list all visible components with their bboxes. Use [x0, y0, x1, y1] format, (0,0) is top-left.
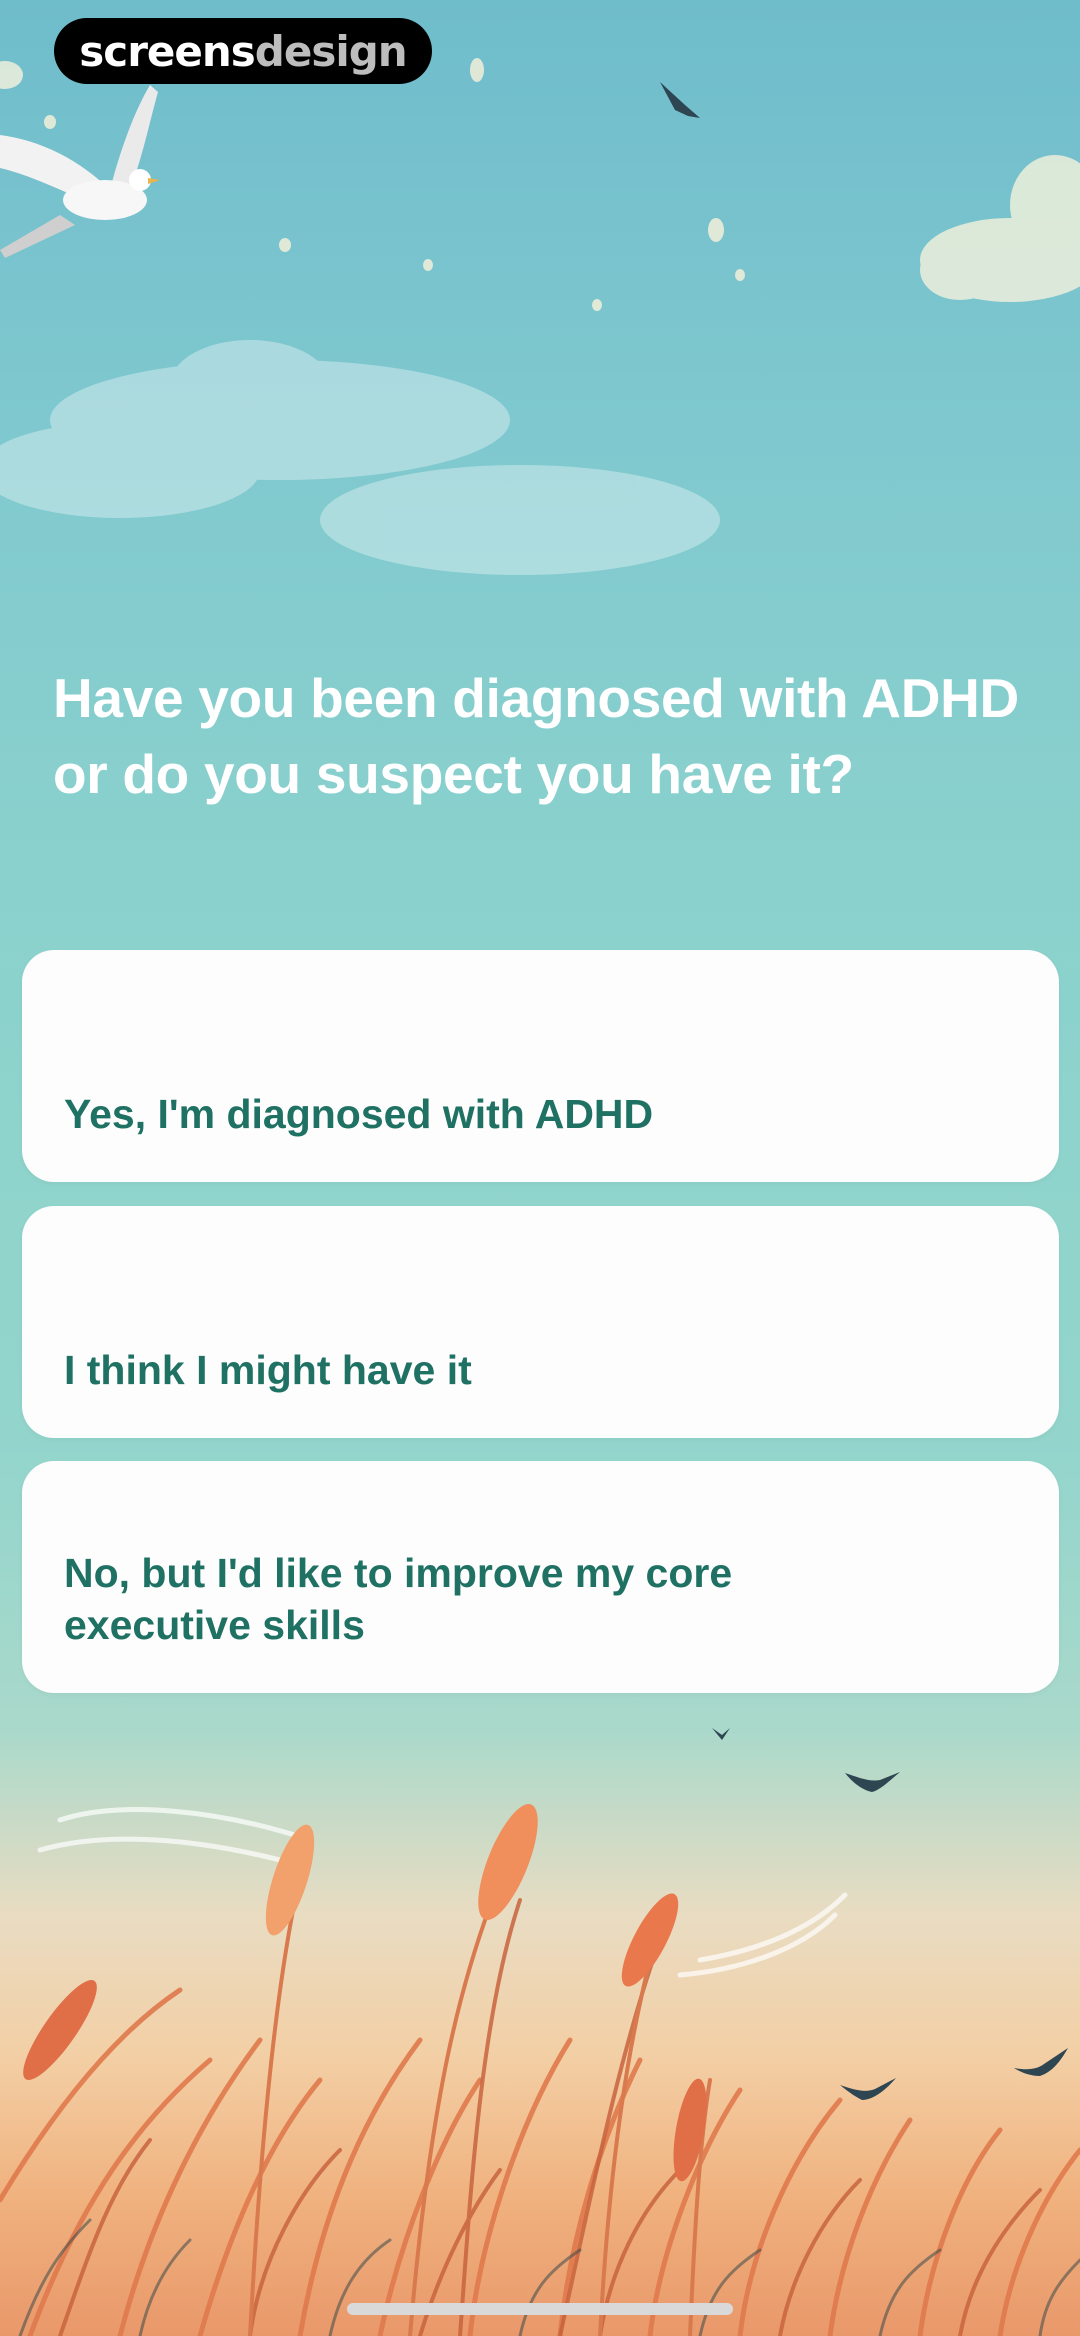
- grass-field: [0, 1878, 1080, 2336]
- option-diagnosed-button[interactable]: Yes, I'm diagnosed with ADHD: [22, 950, 1059, 1182]
- wind-swirls: [37, 1807, 848, 1978]
- home-indicator[interactable]: [347, 2303, 733, 2315]
- option-diagnosed-label: Yes, I'm diagnosed with ADHD: [64, 1091, 654, 1137]
- option-might-have-it-button[interactable]: I think I might have it: [22, 1206, 1059, 1438]
- seagull-illustration: [0, 85, 160, 258]
- seed-heads: [23, 1804, 707, 2182]
- option-improve-skills-button[interactable]: No, but I'd like to improve my core exec…: [22, 1461, 1059, 1693]
- watermark-text-part2: design: [254, 26, 408, 76]
- cloud-right: [920, 155, 1080, 302]
- watermark-text-part1: screens: [79, 26, 255, 76]
- clouds: [0, 340, 720, 575]
- option-might-have-it-label: I think I might have it: [64, 1347, 472, 1393]
- cloud-topleft: [0, 61, 23, 89]
- question-title: Have you been diagnosed with ADHD or do …: [53, 667, 1019, 805]
- petals: [44, 58, 745, 311]
- option-improve-skills-label: No, but I'd like to improve my core exec…: [64, 1550, 733, 1648]
- screensdesign-watermark: screens design: [54, 18, 432, 84]
